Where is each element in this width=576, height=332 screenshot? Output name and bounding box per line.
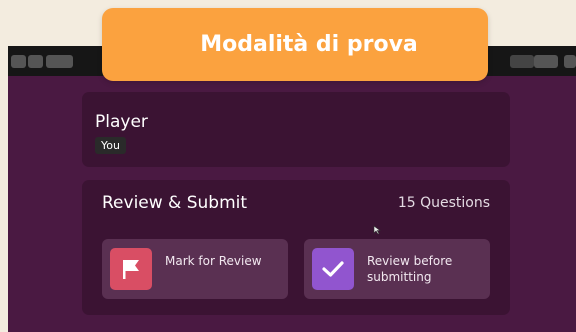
toolbar-button[interactable] [46,55,73,68]
banner-title: Modalità di prova [200,32,418,57]
toolbar-button[interactable] [28,55,43,68]
player-title: Player [95,112,148,132]
review-submit-card: Review & Submit 15 Questions Mark for Re… [82,180,510,315]
toolbar-button[interactable] [11,55,26,68]
review-title: Review & Submit [102,193,248,213]
checkmark-icon [312,248,354,290]
toolbar-button[interactable] [510,55,534,68]
mouse-cursor-icon [373,225,381,235]
review-before-submitting-option[interactable]: Review before submitting [304,239,490,299]
toolbar-button[interactable] [564,55,576,68]
mode-banner: Modalità di prova [102,8,488,81]
player-badge: You [95,137,126,154]
questions-count: 15 Questions [397,195,490,211]
flag-icon [110,248,152,290]
mark-for-review-option[interactable]: Mark for Review [102,239,288,299]
option-label: Review before submitting [367,254,453,284]
toolbar-button[interactable] [534,55,558,68]
player-card: Player You [82,92,510,167]
option-label: Mark for Review [165,254,262,268]
